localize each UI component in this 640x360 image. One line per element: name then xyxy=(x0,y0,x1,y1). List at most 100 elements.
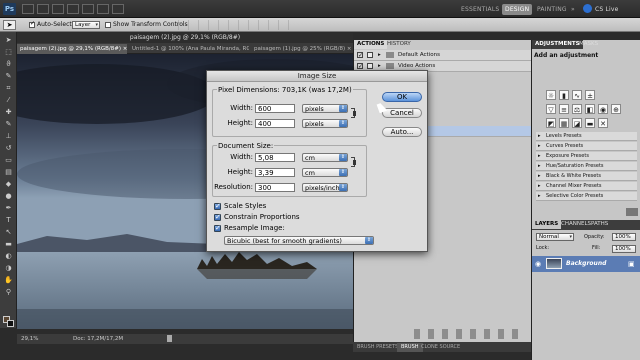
tab-actions[interactable]: ACTIONS xyxy=(354,40,388,49)
path-selection-tool-icon[interactable]: ↖ xyxy=(3,228,14,237)
curves-icon[interactable]: ∿ xyxy=(572,90,582,100)
pen-tool-icon[interactable]: ✒ xyxy=(3,204,14,213)
tab-adjustments[interactable]: ADJUSTMENTS xyxy=(532,40,583,49)
photo-filter-icon[interactable]: ◉ xyxy=(598,104,608,114)
channel-mixer-presets[interactable]: Channel Mixer Presets xyxy=(536,182,637,191)
layer-name[interactable]: Background xyxy=(566,259,606,268)
type-tool-icon[interactable]: T xyxy=(3,216,14,225)
eye-visibility-icon[interactable]: ◉ xyxy=(535,260,541,268)
workspace-essentials[interactable]: ESSENTIALS xyxy=(458,4,502,15)
auto-button[interactable]: Auto... xyxy=(382,127,422,137)
exposure-presets[interactable]: Exposure Presets xyxy=(536,152,637,161)
gradient-map-icon[interactable]: ▬ xyxy=(585,118,595,128)
blend-mode-dropdown[interactable]: Normal ▾ xyxy=(536,233,574,241)
doc-height-input[interactable]: 3,39 xyxy=(255,168,295,177)
brightness-contrast-icon[interactable]: ☼ xyxy=(546,90,556,100)
exposure-icon[interactable]: ± xyxy=(585,90,595,100)
tab-brush-presets[interactable]: BRUSH PRESETS xyxy=(353,343,402,352)
zoom-tool-icon[interactable]: ⚲ xyxy=(3,288,14,297)
quick-selection-tool-icon[interactable]: ✎ xyxy=(3,72,14,81)
black-white-presets[interactable]: Black & White Presets xyxy=(536,172,637,181)
workspace-design[interactable]: DESIGN xyxy=(502,4,533,15)
dialog-toggle-icon[interactable] xyxy=(367,52,373,58)
tab-layers[interactable]: LAYERS xyxy=(532,220,562,229)
resolution-input[interactable]: 300 xyxy=(255,183,295,192)
pixel-width-unit-select[interactable]: pixels ⇕ xyxy=(302,104,348,113)
blur-tool-icon[interactable]: ◆ xyxy=(3,180,14,189)
shape-tool-icon[interactable]: ▬ xyxy=(3,240,14,249)
color-balance-icon[interactable]: ⚖ xyxy=(572,104,582,114)
clone-stamp-tool-icon[interactable]: ⊥ xyxy=(3,132,14,141)
auto-select-checkbox[interactable] xyxy=(29,20,35,28)
opacity-field[interactable]: 100% xyxy=(612,233,636,241)
posterize-icon[interactable]: ▦ xyxy=(559,118,569,128)
status-menu-arrow-icon[interactable] xyxy=(167,335,172,342)
panel-footer-icon[interactable] xyxy=(626,208,638,216)
vibrance-icon[interactable]: ▽ xyxy=(546,104,556,114)
threshold-icon[interactable]: ◪ xyxy=(572,118,582,128)
arrange-documents-icon[interactable] xyxy=(97,4,109,14)
marquee-tool-icon[interactable]: ⬚ xyxy=(3,48,14,57)
tab-paisagem-2[interactable]: paisagem (2).jpg @ 29,1% (RGB/8#) × xyxy=(17,44,127,54)
levels-presets[interactable]: Levels Presets xyxy=(536,132,637,141)
selective-color-icon[interactable]: ✕ xyxy=(598,118,608,128)
toggle-checkmark-icon[interactable]: ✓ xyxy=(357,52,363,59)
move-tool-icon[interactable]: ➤ xyxy=(3,36,14,45)
tab-masks[interactable]: MASKS xyxy=(576,40,601,49)
selective-color-presets[interactable]: Selective Color Presets xyxy=(536,192,637,201)
screen-mode-icon[interactable] xyxy=(112,4,124,14)
3d-camera-tool-icon[interactable]: ◑ xyxy=(3,264,14,273)
zoom-level-icon[interactable] xyxy=(52,4,64,14)
eraser-tool-icon[interactable]: ▭ xyxy=(3,156,14,165)
layer-row-background[interactable]: ◉ Background ▣ xyxy=(532,256,640,272)
pixel-width-input[interactable]: 600 xyxy=(255,104,295,113)
lasso-tool-icon[interactable]: ϑ xyxy=(3,60,14,69)
tab-paisagem-1[interactable]: paisagem (1).jpg @ 25% (RGB/8) × xyxy=(251,44,353,54)
workspace-more[interactable]: » xyxy=(568,4,578,15)
tab-paths[interactable]: PATHS xyxy=(588,220,611,229)
zoom-readout[interactable]: 29,1% xyxy=(21,334,38,344)
constrain-proportions-checkbox[interactable] xyxy=(214,213,221,221)
auto-select-dropdown[interactable]: Layer ▾ xyxy=(72,21,100,29)
ok-button[interactable]: OK xyxy=(382,92,422,102)
toggle-checkmark-icon[interactable]: ✓ xyxy=(357,63,363,70)
hue-saturation-icon[interactable]: ≡ xyxy=(559,104,569,114)
tab-untitled-1[interactable]: Untitled-1 @ 100% (Ana Paula Miranda, RG… xyxy=(129,44,249,54)
tab-history[interactable]: HISTORY xyxy=(384,40,414,49)
resample-image-checkbox[interactable] xyxy=(214,224,221,232)
pixel-height-unit-select[interactable]: pixels ⇕ xyxy=(302,119,348,128)
expand-arrow-icon[interactable]: ▸ xyxy=(378,50,381,61)
gradient-tool-icon[interactable]: ▤ xyxy=(3,168,14,177)
cs-live-icon[interactable] xyxy=(583,4,592,13)
cs-live-button[interactable]: CS Live xyxy=(592,4,622,15)
align-buttons-group[interactable] xyxy=(178,20,298,30)
resample-method-select[interactable]: Bicubic (best for smooth gradients) ⇕ xyxy=(224,236,374,245)
actions-footer-buttons[interactable] xyxy=(414,329,524,339)
3d-rotate-tool-icon[interactable]: ◐ xyxy=(3,252,14,261)
invert-icon[interactable]: ◩ xyxy=(546,118,556,128)
resolution-unit-select[interactable]: pixels/inch ⇕ xyxy=(302,183,348,192)
doc-width-input[interactable]: 5,08 xyxy=(255,153,295,162)
pixel-height-input[interactable]: 400 xyxy=(255,119,295,128)
move-tool-preset-icon[interactable]: ➤ xyxy=(3,20,16,30)
hue-saturation-presets[interactable]: Hue/Saturation Presets xyxy=(536,162,637,171)
mini-bridge-icon[interactable] xyxy=(37,4,49,14)
crop-tool-icon[interactable]: ⌗ xyxy=(3,84,14,93)
hand-tool-icon[interactable] xyxy=(67,4,79,14)
dialog-toggle-icon[interactable] xyxy=(367,63,373,69)
curves-presets[interactable]: Curves Presets xyxy=(536,142,637,151)
workspace-painting[interactable]: PAINTING xyxy=(534,4,570,15)
dodge-tool-icon[interactable]: ● xyxy=(3,192,14,201)
rotate-view-icon[interactable] xyxy=(82,4,94,14)
fill-field[interactable]: 100% xyxy=(612,245,636,253)
black-white-icon[interactable]: ◧ xyxy=(585,104,595,114)
hand-tool-icon[interactable]: ✋ xyxy=(3,276,14,285)
transform-controls-checkbox[interactable] xyxy=(105,22,111,28)
cancel-button[interactable]: Cancel xyxy=(382,108,422,118)
bridge-icon[interactable] xyxy=(22,4,34,14)
eyedropper-tool-icon[interactable]: ⁄ xyxy=(3,96,14,105)
levels-icon[interactable]: ▮ xyxy=(559,90,569,100)
healing-brush-tool-icon[interactable]: ✚ xyxy=(3,108,14,117)
history-brush-tool-icon[interactable]: ↺ xyxy=(3,144,14,153)
doc-width-unit-select[interactable]: cm ⇕ xyxy=(302,153,348,162)
